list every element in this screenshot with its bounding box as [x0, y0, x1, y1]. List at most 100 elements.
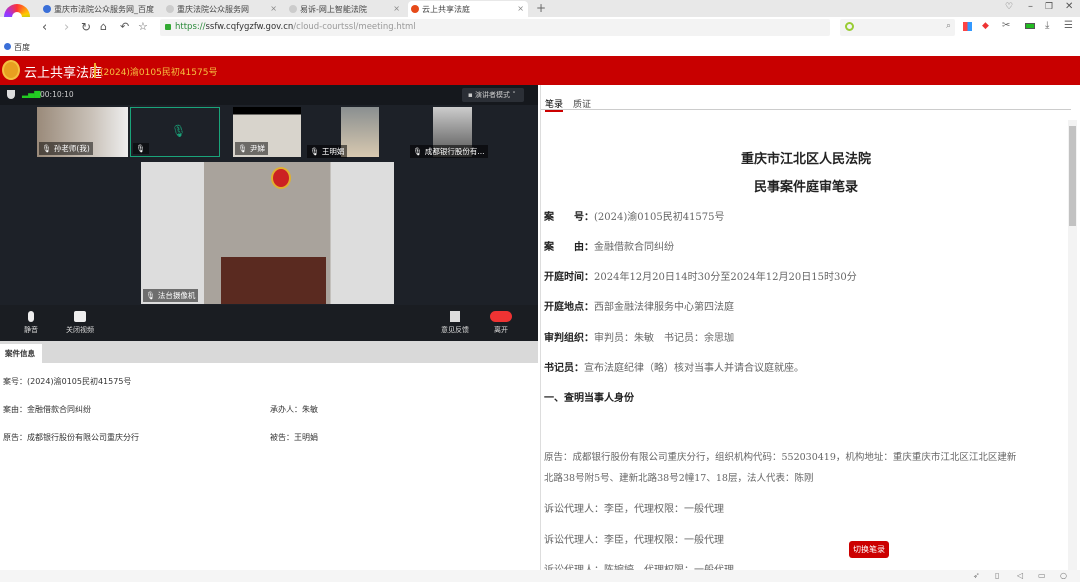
video-conference: ▂▄▆ 00:10:10 ▪ 演讲者模式 ˅ 🎙 孙老师(我) 🎙 🎙 🎙 尹娣 … — [0, 85, 538, 341]
forward-icon[interactable]: › — [64, 20, 69, 35]
case-handler: 承办人：朱敏 — [270, 405, 318, 414]
section-heading: 一、查明当事人身份 — [544, 393, 634, 404]
switch-record-button[interactable]: 切换笔录 — [849, 541, 889, 558]
browser-tab[interactable]: 重庆市法院公众服务网_百度 × — [40, 1, 158, 17]
game-icon[interactable]: ◆ — [982, 21, 989, 31]
menu-icon[interactable]: ☰ — [1064, 20, 1073, 31]
browser-tab[interactable]: 易诉-网上智能法院 × — [286, 1, 404, 17]
scrollbar-thumb[interactable] — [1069, 126, 1076, 226]
page-icon — [166, 5, 174, 13]
case-info-tabs: 案件信息 — [0, 341, 538, 363]
baidu-icon — [43, 5, 51, 13]
search-input[interactable]: ⌕ — [840, 19, 955, 36]
participant-tile[interactable]: 🎙 孙老师(我) — [37, 107, 128, 157]
view-mode-dropdown[interactable]: ▪ 演讲者模式 ˅ — [462, 88, 524, 102]
sound-icon[interactable]: ◁ — [1017, 571, 1023, 580]
agent-line: 诉讼代理人：李臣，代理权限：一般代理 — [544, 504, 724, 515]
participant-label: 🎙 成都银行股份有... — [410, 145, 488, 158]
window-icon[interactable]: ▭ — [1038, 571, 1046, 580]
judge-bench — [221, 257, 326, 304]
record-field: 开庭地点：西部金融法律服务中心第四法庭 — [544, 302, 734, 313]
address-bar: ‹ › ↻ ⌂ ↶ ☆ https://ssfw.cqfygzfw.gov.cn… — [0, 17, 1080, 38]
browser-tab-bar: 重庆市法院公众服务网_百度 × 重庆法院公众服务网 × 易诉-网上智能法院 × 云上共… — [0, 0, 1080, 17]
battery-icon — [1025, 23, 1035, 29]
meeting-controls: 静音 关闭视频 意见反馈 离开 — [0, 305, 538, 341]
signal-icon: ▂▄▆ — [22, 89, 41, 98]
record-field: 书记员：宣布法庭纪律（略）核对当事人并请合议庭就座。 — [544, 363, 804, 374]
court-name: 重庆市江北区人民法院 — [740, 152, 871, 167]
new-tab-button[interactable]: + — [536, 1, 546, 15]
shield-icon — [7, 90, 15, 99]
microphone-icon: 🎙 — [171, 124, 187, 138]
stop-video-button[interactable]: 关闭视频 — [66, 311, 94, 335]
baidu-icon — [4, 43, 11, 50]
lock-icon — [165, 24, 171, 30]
video-status-bar: ▂▄▆ 00:10:10 ▪ 演讲者模式 ˅ — [0, 85, 538, 105]
record-field: 开庭时间：2024年12月20日14时30分至2024年12月20日15时30分 — [544, 272, 857, 283]
defendant: 被告：王明娟 — [270, 433, 318, 442]
apps-icon[interactable] — [963, 22, 972, 31]
reload-icon[interactable]: ↻ — [81, 20, 91, 34]
zoom-icon[interactable]: ○ — [1060, 571, 1067, 580]
feedback-button[interactable]: 意见反馈 — [441, 311, 469, 335]
close-icon[interactable]: × — [270, 4, 277, 13]
skin-icon[interactable]: ♡ — [1005, 2, 1013, 12]
close-icon[interactable]: × — [393, 4, 400, 13]
divider — [94, 63, 96, 78]
tab-record[interactable]: 笔录 — [545, 97, 564, 112]
back-icon[interactable]: ‹ — [42, 20, 47, 35]
case-cause: 案由：金融借款合同纠纷 — [3, 405, 91, 414]
search-icon[interactable]: ⌕ — [946, 21, 951, 31]
app-title: 云上共享法庭 — [24, 66, 103, 81]
tab-evidence[interactable]: 质证 — [573, 97, 591, 110]
camera-icon — [74, 311, 86, 322]
record-field: 审判组织：审判员：朱敏 书记员：余思珈 — [544, 333, 734, 344]
court-emblem-icon — [2, 60, 20, 80]
meeting-timer: 00:10:10 — [40, 90, 74, 99]
bookmark-baidu[interactable]: 百度 — [14, 43, 30, 52]
record-field: 案 号：(2024)渝0105民初41575号 — [544, 212, 725, 223]
close-window-button[interactable]: ✕ — [1065, 1, 1073, 12]
close-icon[interactable]: × — [147, 4, 154, 13]
record-title: 民事案件庭审笔录 — [753, 180, 858, 195]
rocket-icon[interactable]: ➶ — [973, 571, 980, 580]
mute-button[interactable]: 静音 — [24, 311, 38, 335]
header-case-number: (2024)渝0105民初41575号 — [100, 68, 218, 78]
restore-button[interactable]: ❐ — [1045, 2, 1053, 12]
agent-line: 诉讼代理人：陈婉婷，代理权限：一般代理 — [544, 561, 734, 570]
download-icon[interactable]: ⤓ — [1045, 20, 1049, 31]
microphone-icon — [28, 311, 34, 322]
case-info-panel: 案件信息 案号：(2024)渝0105民初41575号 案由：金融借款合同纠纷 … — [0, 341, 538, 570]
close-icon[interactable]: × — [517, 4, 524, 13]
plaintiff-line: 北路38号附5号、建新北路38号2幢17、18层，法人代表：陈刚 — [544, 473, 814, 484]
minimize-button[interactable]: – — [1028, 1, 1033, 12]
page-icon — [289, 5, 297, 13]
record-field: 案 由：金融借款合同纠纷 — [544, 242, 674, 253]
scrollbar[interactable] — [1068, 120, 1077, 570]
participant-tile-active[interactable]: 🎙 🎙 — [130, 107, 220, 157]
bookmark-star-icon[interactable]: ☆ — [138, 20, 148, 33]
participant-label: 🎙 王明娟 — [307, 145, 348, 158]
app-header: 云上共享法庭 (2024)渝0105民初41575号 — [0, 56, 1080, 85]
feedback-icon — [450, 311, 460, 322]
tab-case-info[interactable]: 案件信息 — [0, 344, 42, 363]
court-icon — [411, 5, 419, 13]
browser-tab-active[interactable]: 云上共享法庭 × — [408, 1, 528, 17]
case-number: 案号：(2024)渝0105民初41575号 — [3, 377, 132, 386]
court-record-panel: 笔录 质证 重庆市江北区人民法院 民事案件庭审笔录 案 号：(2024)渝010… — [540, 85, 1080, 570]
plaintiff-line: 原告：成都银行股份有限公司重庆分行，组织机构代码：552030419，机构地址：… — [544, 452, 1017, 463]
bookmarks-bar: 百度 — [0, 38, 1080, 56]
participant-tile[interactable]: 🎙 尹娣 — [233, 107, 301, 157]
url-input[interactable]: https://ssfw.cqfygzfw.gov.cn/cloud-court… — [160, 19, 830, 36]
undo-icon[interactable]: ↶ — [120, 20, 129, 33]
record-tabs: 笔录 质证 — [541, 95, 1071, 112]
clipboard-icon[interactable]: ▯ — [995, 571, 999, 580]
main-video-courtroom[interactable]: 🎙 法台摄像机 — [141, 162, 394, 304]
browser-status-bar: ➶ ▯ ◁ ▭ ○ — [0, 570, 1080, 582]
screenshot-icon[interactable]: ✂ — [1002, 20, 1010, 31]
search-engine-icon — [845, 22, 854, 31]
main-video-label: 🎙 法台摄像机 — [143, 289, 199, 302]
home-icon[interactable]: ⌂ — [100, 20, 107, 33]
browser-tab[interactable]: 重庆法院公众服务网 × — [163, 1, 281, 17]
leave-button[interactable]: 离开 — [490, 311, 512, 335]
